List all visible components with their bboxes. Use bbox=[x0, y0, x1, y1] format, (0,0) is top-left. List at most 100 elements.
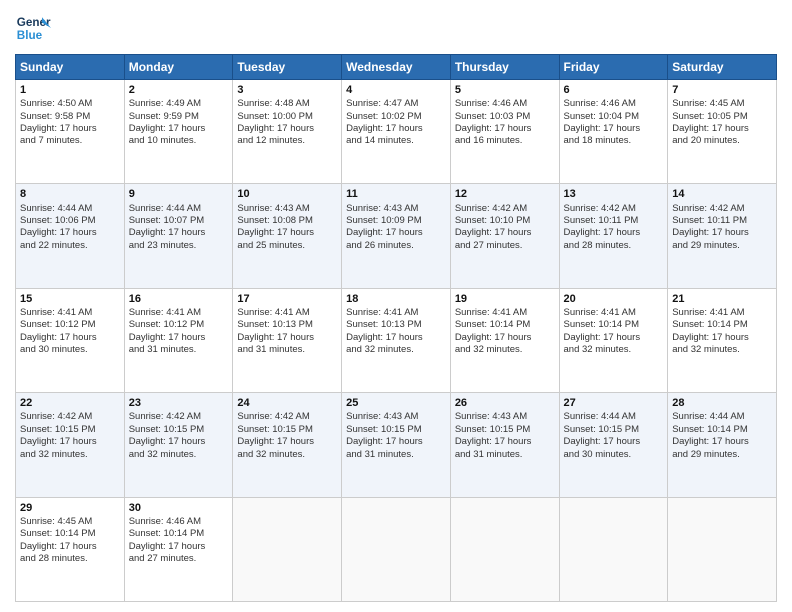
day-info-line: Sunset: 9:59 PM bbox=[129, 111, 229, 123]
weekday-sunday: Sunday bbox=[16, 55, 125, 80]
day-info-line: Sunset: 10:13 PM bbox=[237, 319, 337, 331]
day-info-line: Sunrise: 4:50 AM bbox=[20, 98, 120, 110]
day-info-line: and 25 minutes. bbox=[237, 240, 337, 252]
day-info-line: Sunrise: 4:46 AM bbox=[455, 98, 555, 110]
calendar-cell: 2Sunrise: 4:49 AMSunset: 9:59 PMDaylight… bbox=[124, 80, 233, 184]
calendar-cell: 17Sunrise: 4:41 AMSunset: 10:13 PMDaylig… bbox=[233, 288, 342, 392]
day-info-line: Sunset: 10:11 PM bbox=[564, 215, 664, 227]
calendar-week-1: 1Sunrise: 4:50 AMSunset: 9:58 PM Daylight… bbox=[16, 80, 777, 184]
calendar-cell: 29Sunrise: 4:45 AMSunset: 10:14 PMDaylig… bbox=[16, 497, 125, 601]
day-info-line: Sunset: 10:04 PM bbox=[564, 111, 664, 123]
day-info-line: Sunset: 10:07 PM bbox=[129, 215, 229, 227]
day-info-line: Daylight: 17 hours bbox=[455, 123, 555, 135]
calendar-cell: 12Sunrise: 4:42 AMSunset: 10:10 PMDaylig… bbox=[450, 184, 559, 288]
day-info-line: Daylight: 17 hours bbox=[672, 332, 772, 344]
day-info-line: Daylight: 17 hours bbox=[237, 436, 337, 448]
day-info-line: Sunset: 10:14 PM bbox=[20, 528, 120, 540]
day-info-line: Sunset: 10:15 PM bbox=[564, 424, 664, 436]
calendar-cell: 15Sunrise: 4:41 AMSunset: 10:12 PMDaylig… bbox=[16, 288, 125, 392]
day-info-line: Daylight: 17 hours bbox=[672, 123, 772, 135]
day-number: 11 bbox=[346, 187, 446, 201]
day-info-line: Sunrise: 4:45 AM bbox=[20, 516, 120, 528]
day-number: 30 bbox=[129, 501, 229, 515]
calendar-cell bbox=[342, 497, 451, 601]
day-info-line: and 22 minutes. bbox=[20, 240, 120, 252]
day-info-line: and 32 minutes. bbox=[237, 449, 337, 461]
calendar-cell: 14Sunrise: 4:42 AMSunset: 10:11 PMDaylig… bbox=[668, 184, 777, 288]
day-info-line: Daylight: 17 hours bbox=[455, 227, 555, 239]
day-number: 16 bbox=[129, 292, 229, 306]
day-info-line: Daylight: 17 hours bbox=[129, 123, 229, 135]
day-info-line: Sunrise: 4:42 AM bbox=[564, 203, 664, 215]
day-info-line: Sunrise: 4:42 AM bbox=[672, 203, 772, 215]
calendar-cell: 16Sunrise: 4:41 AMSunset: 10:12 PMDaylig… bbox=[124, 288, 233, 392]
day-info-line: and 16 minutes. bbox=[455, 135, 555, 147]
day-info-line: Sunrise: 4:45 AM bbox=[672, 98, 772, 110]
day-info-line: Daylight: 17 hours bbox=[346, 227, 446, 239]
day-info-line: Daylight: 17 hours bbox=[20, 541, 120, 553]
day-info-line: Daylight: 17 hours bbox=[129, 227, 229, 239]
calendar-cell: 10Sunrise: 4:43 AMSunset: 10:08 PMDaylig… bbox=[233, 184, 342, 288]
page: General Blue SundayMondayTuesdayWednesda… bbox=[0, 0, 792, 612]
day-info-line: Sunset: 10:14 PM bbox=[672, 319, 772, 331]
day-info-line: and 31 minutes. bbox=[129, 344, 229, 356]
day-info-line: and 32 minutes. bbox=[129, 449, 229, 461]
day-info-line: Sunrise: 4:44 AM bbox=[672, 411, 772, 423]
day-info-line: Daylight: 17 hours bbox=[564, 227, 664, 239]
day-info-line: Sunset: 10:02 PM bbox=[346, 111, 446, 123]
day-info-line: and 10 minutes. bbox=[129, 135, 229, 147]
day-info-line: Daylight: 17 hours bbox=[346, 436, 446, 448]
day-info-line: Daylight: 17 hours bbox=[672, 436, 772, 448]
day-info-line: Sunrise: 4:42 AM bbox=[237, 411, 337, 423]
calendar-cell: 11Sunrise: 4:43 AMSunset: 10:09 PMDaylig… bbox=[342, 184, 451, 288]
day-info-line: and 32 minutes. bbox=[455, 344, 555, 356]
calendar-week-2: 8Sunrise: 4:44 AMSunset: 10:06 PMDayligh… bbox=[16, 184, 777, 288]
calendar-cell: 6Sunrise: 4:46 AMSunset: 10:04 PMDayligh… bbox=[559, 80, 668, 184]
day-info-line: and 23 minutes. bbox=[129, 240, 229, 252]
day-info-line: Daylight: 17 hours bbox=[129, 436, 229, 448]
calendar-cell: 18Sunrise: 4:41 AMSunset: 10:13 PMDaylig… bbox=[342, 288, 451, 392]
day-info-line: Daylight: 17 hours bbox=[346, 123, 446, 135]
day-number: 1 bbox=[20, 83, 120, 97]
day-info-line: Sunset: 10:15 PM bbox=[20, 424, 120, 436]
day-info-line: Sunset: 10:08 PM bbox=[237, 215, 337, 227]
day-info-line: Sunrise: 4:44 AM bbox=[564, 411, 664, 423]
day-info-line: and 26 minutes. bbox=[346, 240, 446, 252]
calendar-cell: 8Sunrise: 4:44 AMSunset: 10:06 PMDayligh… bbox=[16, 184, 125, 288]
day-info-line: and 32 minutes. bbox=[346, 344, 446, 356]
calendar-cell: 20Sunrise: 4:41 AMSunset: 10:14 PMDaylig… bbox=[559, 288, 668, 392]
day-number: 6 bbox=[564, 83, 664, 97]
day-number: 24 bbox=[237, 396, 337, 410]
calendar-cell: 13Sunrise: 4:42 AMSunset: 10:11 PMDaylig… bbox=[559, 184, 668, 288]
day-info-line: and 30 minutes. bbox=[20, 344, 120, 356]
calendar-cell bbox=[450, 497, 559, 601]
day-info-line: Sunset: 10:03 PM bbox=[455, 111, 555, 123]
day-info-line: and 31 minutes. bbox=[237, 344, 337, 356]
day-info-line: Sunrise: 4:41 AM bbox=[346, 307, 446, 319]
calendar-cell bbox=[559, 497, 668, 601]
day-info-line: and 31 minutes. bbox=[346, 449, 446, 461]
calendar-cell: 27Sunrise: 4:44 AMSunset: 10:15 PMDaylig… bbox=[559, 393, 668, 497]
calendar-table: SundayMondayTuesdayWednesdayThursdayFrid… bbox=[15, 54, 777, 602]
day-number: 21 bbox=[672, 292, 772, 306]
day-info-line: and 31 minutes. bbox=[455, 449, 555, 461]
day-info-line: and 32 minutes. bbox=[564, 344, 664, 356]
day-info-line: Sunrise: 4:41 AM bbox=[455, 307, 555, 319]
day-number: 2 bbox=[129, 83, 229, 97]
day-info-line: Sunrise: 4:47 AM bbox=[346, 98, 446, 110]
day-info-line: Sunrise: 4:44 AM bbox=[20, 203, 120, 215]
day-info-line: Sunset: 9:58 PM bbox=[20, 111, 120, 123]
day-info-line: Daylight: 17 hours bbox=[237, 332, 337, 344]
day-info-line: Sunset: 10:10 PM bbox=[455, 215, 555, 227]
day-info-line: Sunset: 10:14 PM bbox=[564, 319, 664, 331]
day-info-line: Daylight: 17 hours bbox=[237, 227, 337, 239]
day-info-line: and 12 minutes. bbox=[237, 135, 337, 147]
day-info-line: Sunrise: 4:42 AM bbox=[20, 411, 120, 423]
day-number: 7 bbox=[672, 83, 772, 97]
calendar-cell: 26Sunrise: 4:43 AMSunset: 10:15 PMDaylig… bbox=[450, 393, 559, 497]
calendar-cell: 24Sunrise: 4:42 AMSunset: 10:15 PMDaylig… bbox=[233, 393, 342, 497]
day-info-line: Sunset: 10:12 PM bbox=[20, 319, 120, 331]
day-info-line: Daylight: 17 hours bbox=[564, 123, 664, 135]
calendar-cell: 25Sunrise: 4:43 AMSunset: 10:15 PMDaylig… bbox=[342, 393, 451, 497]
day-info-line: and 29 minutes. bbox=[672, 240, 772, 252]
